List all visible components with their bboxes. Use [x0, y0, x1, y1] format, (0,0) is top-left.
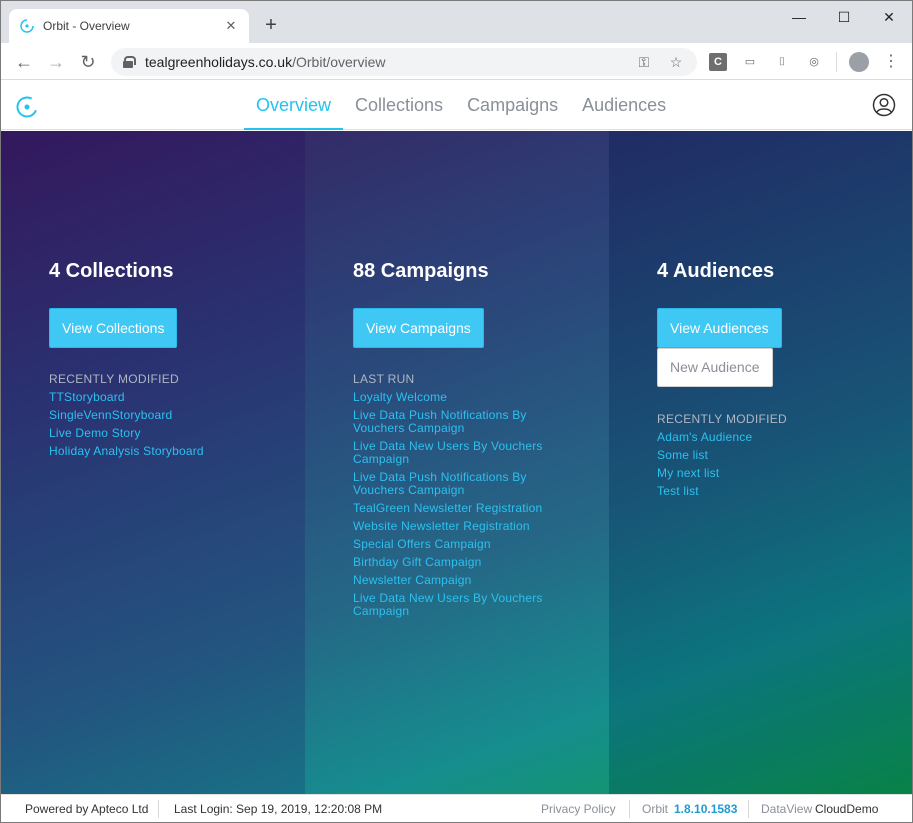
dataview-label: DataView: [761, 802, 813, 816]
window-close-icon[interactable]: ✕: [866, 5, 912, 29]
view-audiences-button[interactable]: View Audiences: [657, 308, 782, 348]
back-arrow-icon[interactable]: ←: [11, 49, 37, 75]
audience-link[interactable]: My next list: [657, 467, 867, 480]
recently-modified-label: RECENTLY MODIFIED: [49, 372, 180, 386]
collection-link[interactable]: Holiday Analysis Storyboard: [49, 445, 259, 458]
powered-by-text: Powered by Apteco Ltd: [25, 802, 149, 816]
audience-link[interactable]: Test list: [657, 485, 867, 498]
campaign-link[interactable]: Live Data Push Notifications By Vouchers…: [353, 471, 553, 497]
new-tab-icon[interactable]: +: [261, 15, 281, 35]
tab-overview[interactable]: Overview: [244, 81, 344, 130]
campaigns-column: 88 Campaigns View Campaigns LAST RUN Loy…: [305, 131, 609, 794]
audience-link[interactable]: Some list: [657, 449, 867, 462]
campaign-link[interactable]: Live Data New Users By Vouchers Campaign: [353, 592, 553, 618]
toolbar-divider: [836, 52, 837, 72]
reload-icon[interactable]: ↻: [75, 49, 101, 75]
dataview-name: CloudDemo: [815, 802, 879, 816]
tab-audiences[interactable]: Audiences: [570, 81, 678, 130]
campaign-link[interactable]: Live Data New Users By Vouchers Campaign: [353, 440, 553, 466]
campaign-link[interactable]: Website Newsletter Registration: [353, 520, 553, 533]
url-text[interactable]: tealgreenholidays.co.uk/Orbit/overview: [145, 54, 621, 70]
campaigns-count-title: 88 Campaigns: [353, 260, 489, 282]
orbit-app: Overview Collections Campaigns Audiences…: [1, 81, 912, 822]
campaign-link[interactable]: TealGreen Newsletter Registration: [353, 502, 553, 515]
maximize-icon[interactable]: ☐: [821, 5, 867, 29]
orbit-version-number: 1.8.10.1583: [674, 802, 738, 816]
profile-avatar-icon[interactable]: [849, 52, 869, 72]
menu-dots-icon[interactable]: ⋮: [882, 53, 900, 71]
tab-campaigns[interactable]: Campaigns: [455, 81, 570, 130]
last-run-label: LAST RUN: [353, 372, 415, 386]
audiences-count-title: 4 Audiences: [657, 260, 775, 282]
footer-divider: [629, 800, 630, 818]
key-icon[interactable]: ⚿: [635, 53, 653, 71]
user-account-icon[interactable]: [872, 93, 896, 117]
tab-strip: Orbit - Overview ✕ + — ☐ ✕: [1, 1, 912, 43]
close-icon[interactable]: ✕: [223, 18, 239, 34]
campaigns-last-run-list: Loyalty Welcome Live Data Push Notificat…: [353, 391, 553, 623]
audiences-recent-list: Adam's Audience Some list My next list T…: [657, 431, 867, 503]
privacy-policy-link[interactable]: Privacy Policy: [541, 795, 616, 822]
extension-c-icon[interactable]: C: [709, 53, 727, 71]
new-audience-button[interactable]: New Audience: [657, 348, 773, 387]
browser-tab[interactable]: Orbit - Overview ✕: [9, 9, 249, 43]
star-icon[interactable]: ☆: [667, 53, 685, 71]
address-bar[interactable]: tealgreenholidays.co.uk/Orbit/overview ⚿…: [111, 48, 697, 76]
lock-icon: [123, 56, 136, 68]
minimize-icon[interactable]: —: [776, 5, 822, 29]
forward-arrow-icon[interactable]: →: [43, 49, 69, 75]
orbit-version-label: Orbit: [642, 802, 669, 816]
footer-divider: [158, 800, 159, 818]
campaign-link[interactable]: Special Offers Campaign: [353, 538, 553, 551]
app-footer: Powered by Apteco Ltd Last Login: Sep 19…: [1, 794, 912, 822]
browser-window: Orbit - Overview ✕ + — ☐ ✕ ← → ↻ tealgre…: [0, 0, 913, 823]
orbit-favicon-icon: [20, 19, 34, 33]
audience-link[interactable]: Adam's Audience: [657, 431, 867, 444]
extension-badge-icon[interactable]: ▭: [741, 53, 759, 71]
extension-circle-icon[interactable]: ◎: [805, 53, 823, 71]
view-campaigns-button[interactable]: View Campaigns: [353, 308, 484, 348]
orbit-logo-icon[interactable]: [15, 95, 39, 119]
campaign-link[interactable]: Live Data Push Notifications By Vouchers…: [353, 409, 553, 435]
collections-column: 4 Collections View Collections RECENTLY …: [1, 131, 305, 794]
audiences-column: 4 Audiences View Audiences New Audience …: [609, 131, 912, 794]
collection-link[interactable]: TTStoryboard: [49, 391, 259, 404]
tab-collections[interactable]: Collections: [343, 81, 455, 130]
campaign-link[interactable]: Birthday Gift Campaign: [353, 556, 553, 569]
app-header: Overview Collections Campaigns Audiences: [1, 81, 912, 130]
browser-toolbar: ← → ↻ tealgreenholidays.co.uk/Orbit/over…: [1, 43, 912, 80]
last-login-text: Last Login: Sep 19, 2019, 12:20:08 PM: [174, 802, 383, 816]
main-nav: Overview Collections Campaigns Audiences: [244, 81, 678, 130]
view-collections-button[interactable]: View Collections: [49, 308, 178, 348]
overview-panel: 4 Collections View Collections RECENTLY …: [1, 131, 912, 794]
campaign-link[interactable]: Newsletter Campaign: [353, 574, 553, 587]
collection-link[interactable]: Live Demo Story: [49, 427, 259, 440]
collections-recent-list: TTStoryboard SingleVennStoryboard Live D…: [49, 391, 259, 463]
campaign-link[interactable]: Loyalty Welcome: [353, 391, 553, 404]
collection-link[interactable]: SingleVennStoryboard: [49, 409, 259, 422]
footer-divider: [748, 800, 749, 818]
tab-title: Orbit - Overview: [43, 19, 130, 33]
collections-count-title: 4 Collections: [49, 260, 174, 282]
recently-modified-label: RECENTLY MODIFIED: [657, 412, 788, 426]
camera-icon[interactable]: ⌷: [773, 53, 791, 71]
